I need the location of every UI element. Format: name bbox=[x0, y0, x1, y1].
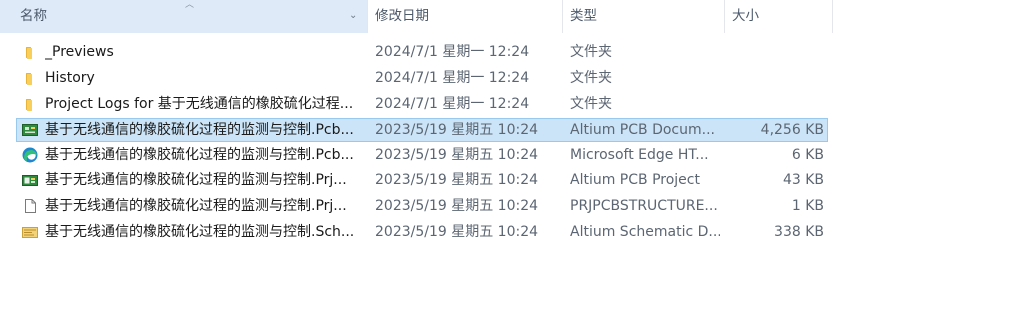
file-row-history[interactable]: History 2024/7/1 星期一 12:24 文件夹 bbox=[16, 66, 828, 90]
file-row-prjpcb[interactable]: 基于无线通信的橡胶硫化过程的监测与控制.Prj... 2023/5/19 星期五… bbox=[16, 168, 828, 192]
generic-file-icon bbox=[25, 199, 36, 213]
file-date: 2023/5/19 星期五 10:24 bbox=[375, 122, 539, 138]
file-size bbox=[724, 66, 824, 90]
altium-project-icon bbox=[22, 175, 38, 186]
file-name: 基于无线通信的橡胶硫化过程的监测与控制.Prj... bbox=[45, 172, 347, 188]
file-name: _Previews bbox=[45, 44, 114, 60]
file-row-schdoc[interactable]: 基于无线通信的橡胶硫化过程的监测与控制.Sch... 2023/5/19 星期五… bbox=[16, 220, 828, 244]
file-row-previews[interactable]: _Previews 2024/7/1 星期一 12:24 文件夹 bbox=[16, 40, 828, 64]
file-type: Altium PCB Docum... bbox=[570, 122, 715, 138]
column-header-type[interactable]: 类型 bbox=[563, 0, 724, 33]
file-type: Microsoft Edge HT... bbox=[570, 147, 709, 163]
file-type: 文件夹 bbox=[570, 96, 612, 112]
file-type: 文件夹 bbox=[570, 44, 612, 60]
folder-icon bbox=[26, 99, 32, 111]
column-divider[interactable] bbox=[832, 0, 833, 33]
column-header-date[interactable]: 修改日期 bbox=[368, 0, 562, 33]
file-size: 43 KB bbox=[782, 172, 824, 188]
file-name: 基于无线通信的橡胶硫化过程的监测与控制.Pcb... bbox=[45, 147, 354, 163]
folder-icon bbox=[26, 47, 32, 59]
file-name: 基于无线通信的橡胶硫化过程的监测与控制.Pcb... bbox=[45, 122, 354, 138]
file-row-pcbdoc[interactable]: 基于无线通信的橡胶硫化过程的监测与控制.Pcb... 2023/5/19 星期五… bbox=[16, 118, 828, 142]
file-date: 2024/7/1 星期一 12:24 bbox=[375, 96, 530, 112]
file-size bbox=[724, 40, 824, 64]
file-date: 2024/7/1 星期一 12:24 bbox=[375, 70, 530, 86]
file-name: History bbox=[45, 70, 95, 86]
file-name: 基于无线通信的橡胶硫化过程的监测与控制.Sch... bbox=[45, 224, 355, 240]
file-date: 2023/5/19 星期五 10:24 bbox=[375, 224, 539, 240]
file-date: 2023/5/19 星期五 10:24 bbox=[375, 147, 539, 163]
column-header-size-label: 大小 bbox=[732, 8, 759, 24]
edge-icon bbox=[22, 147, 38, 163]
file-name: 基于无线通信的橡胶硫化过程的监测与控制.Prj... bbox=[45, 198, 347, 214]
file-size: 4,256 KB bbox=[760, 122, 824, 138]
file-size: 6 KB bbox=[791, 147, 824, 163]
file-type: Altium Schematic D... bbox=[570, 224, 720, 240]
file-size: 1 KB bbox=[791, 198, 824, 214]
altium-pcb-doc-icon bbox=[22, 124, 38, 136]
column-header: 名称 ︿ ⌄ 修改日期 类型 大小 bbox=[0, 0, 1024, 33]
file-type: Altium PCB Project bbox=[570, 172, 700, 188]
folder-icon bbox=[26, 73, 32, 85]
column-header-date-label: 修改日期 bbox=[375, 8, 429, 24]
chevron-down-icon[interactable]: ⌄ bbox=[349, 10, 357, 22]
file-size: 338 KB bbox=[774, 224, 824, 240]
altium-schematic-icon bbox=[22, 227, 38, 238]
file-size bbox=[724, 92, 824, 116]
file-date: 2024/7/1 星期一 12:24 bbox=[375, 44, 530, 60]
column-header-name-label: 名称 bbox=[20, 8, 47, 24]
column-header-name[interactable]: 名称 ︿ ⌄ bbox=[0, 0, 367, 33]
column-header-type-label: 类型 bbox=[570, 8, 597, 24]
column-header-size[interactable]: 大小 bbox=[725, 0, 832, 33]
file-row-prjpcbstructure[interactable]: 基于无线通信的橡胶硫化过程的监测与控制.Prj... 2023/5/19 星期五… bbox=[16, 194, 828, 218]
file-date: 2023/5/19 星期五 10:24 bbox=[375, 172, 539, 188]
sort-ascending-icon: ︿ bbox=[185, 0, 195, 10]
file-row-project-logs[interactable]: Project Logs for 基于无线通信的橡胶硫化过程... 2024/7… bbox=[16, 92, 828, 116]
file-type: 文件夹 bbox=[570, 70, 612, 86]
file-row-html[interactable]: 基于无线通信的橡胶硫化过程的监测与控制.Pcb... 2023/5/19 星期五… bbox=[16, 143, 828, 167]
file-name: Project Logs for 基于无线通信的橡胶硫化过程... bbox=[45, 96, 354, 112]
file-date: 2023/5/19 星期五 10:24 bbox=[375, 198, 539, 214]
file-type: PRJPCBSTRUCTURE... bbox=[570, 198, 718, 214]
